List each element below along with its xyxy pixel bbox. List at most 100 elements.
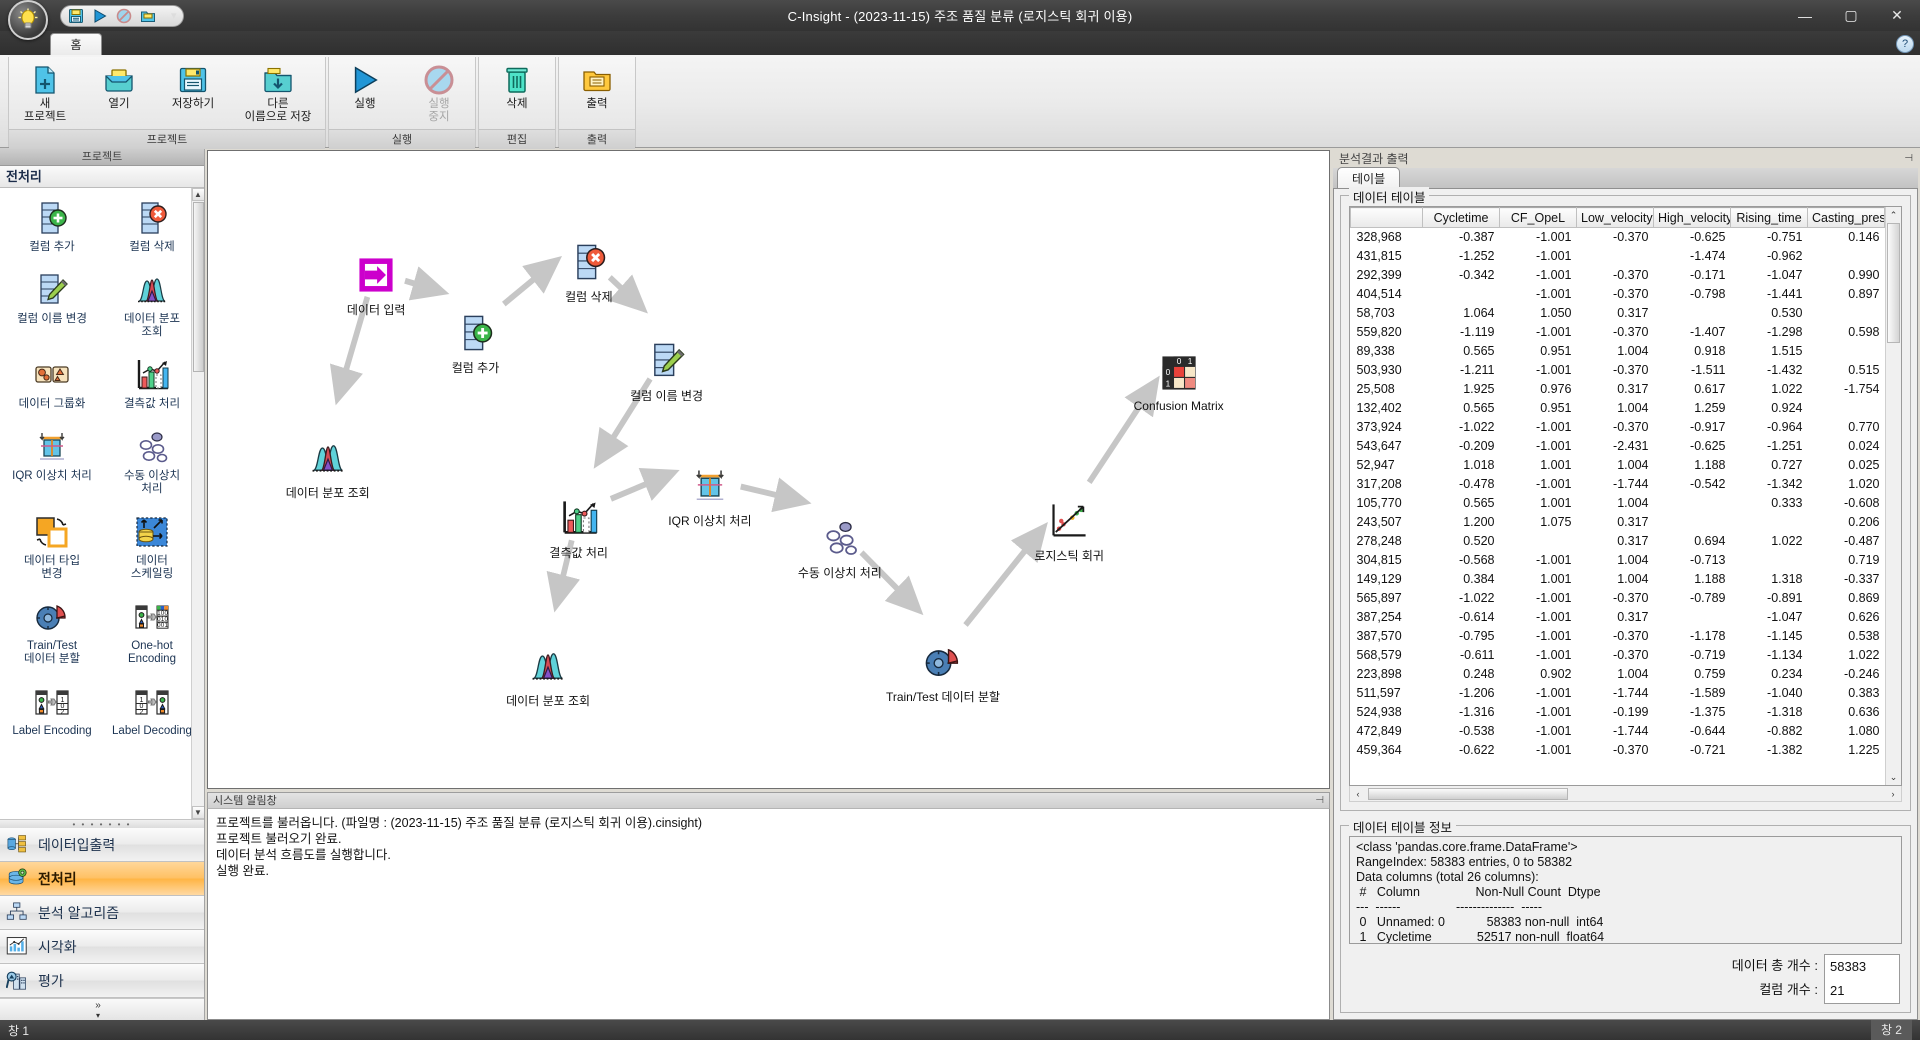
open-icon[interactable] bbox=[139, 7, 157, 25]
sidebar-expander-button[interactable]: » ▾ bbox=[0, 998, 204, 1020]
workflow-canvas[interactable]: 데이터 입력 컬럼 추가 컬럼 삭제 컬럼 이름 변경 데이터 분포 조회 결측값 처리 I… bbox=[207, 150, 1330, 789]
scroll-up-icon[interactable]: ⌃ bbox=[1886, 207, 1902, 223]
minimize-button[interactable]: — bbox=[1782, 0, 1828, 31]
table-row[interactable]: 503,930 -1.211 -1.001 -0.370 -1.511 -1.432 0.5… bbox=[1351, 361, 1885, 380]
table-row[interactable]: 565,897 -1.022 -1.001 -0.370 -0.789 -0.891 0.8… bbox=[1351, 589, 1885, 608]
scroll-thumb[interactable] bbox=[1887, 223, 1900, 343]
sidebar-splitter[interactable]: • • • • • • • bbox=[0, 819, 204, 829]
table-row[interactable]: 304,815 -0.568 -1.001 1.004 -0.713 0.719 bbox=[1351, 551, 1885, 570]
table-column-header-4[interactable]: High_velocity bbox=[1653, 207, 1731, 228]
table-row[interactable]: 223,898 0.248 0.902 1.004 0.759 0.234 -0.246 bbox=[1351, 665, 1885, 684]
table-row[interactable]: 472,849 -0.538 -1.001 -1.744 -0.644 -0.882 1.0… bbox=[1351, 722, 1885, 741]
maximize-button[interactable]: ▢ bbox=[1828, 0, 1874, 31]
hscroll-track[interactable] bbox=[1366, 787, 1885, 801]
data-table-vertical-scrollbar[interactable]: ⌃ ⌄ bbox=[1885, 207, 1901, 785]
table-row[interactable]: 373,924 -1.022 -1.001 -0.370 -0.917 -0.964 0.7… bbox=[1351, 418, 1885, 437]
sidebar-item-2[interactable]: 전처리 bbox=[0, 862, 204, 896]
workflow-node-n9[interactable]: 데이터 분포 조회 bbox=[488, 644, 608, 709]
sidebar-tool-6[interactable]: 결측값 처리 bbox=[102, 351, 202, 415]
workflow-node-n12[interactable]: 0 1 0 1 Confusion Matrix bbox=[1119, 351, 1239, 413]
table-row[interactable]: 149,129 0.384 1.001 1.004 1.188 1.318 -0.337 bbox=[1351, 570, 1885, 589]
workflow-node-n3[interactable]: 컬럼 삭제 bbox=[529, 240, 649, 305]
scroll-thumb[interactable] bbox=[192, 202, 204, 372]
pin-icon[interactable]: ⊣ bbox=[1315, 793, 1324, 809]
run-icon[interactable] bbox=[91, 7, 109, 25]
save-icon[interactable] bbox=[67, 7, 85, 25]
table-row[interactable]: 404,514 -1.001 -0.370 -0.798 -1.441 0.897 bbox=[1351, 285, 1885, 304]
scroll-right-icon[interactable]: › bbox=[1885, 789, 1901, 799]
sidebar-item-3[interactable]: 분석 알고리즘 bbox=[0, 896, 204, 930]
quick-access-toolbar[interactable]: ▾ bbox=[60, 4, 184, 27]
table-column-header-0[interactable] bbox=[1350, 207, 1423, 228]
table-row[interactable]: 328,968 -0.387 -1.001 -0.370 -0.625 -0.751 0.1… bbox=[1351, 228, 1885, 247]
workflow-node-n5[interactable]: 데이터 분포 조회 bbox=[268, 436, 388, 501]
app-logo-button[interactable] bbox=[4, 0, 52, 40]
run-button[interactable]: 실행 bbox=[328, 61, 402, 129]
sidebar-tool-3[interactable]: 컬럼 이름 변경 bbox=[2, 266, 102, 343]
data-table-horizontal-scrollbar[interactable]: ‹ › bbox=[1349, 786, 1902, 802]
table-row[interactable]: 559,820 -1.119 -1.001 -0.370 -1.407 -1.298 0.5… bbox=[1351, 323, 1885, 342]
sidebar-item-1[interactable]: 데이터입출력 bbox=[0, 828, 204, 862]
export-button[interactable]: 출력 bbox=[560, 61, 634, 129]
sidebar-tool-7[interactable]: IQR 이상치 처리 bbox=[2, 423, 102, 500]
workflow-node-n10[interactable]: Train/Test 데이터 분할 bbox=[883, 640, 1003, 705]
workflow-node-n8[interactable]: 수동 이상치 처리 bbox=[780, 516, 900, 581]
hscroll-thumb[interactable] bbox=[1368, 787, 1568, 800]
workflow-node-n11[interactable]: 로지스틱 회귀 bbox=[1009, 499, 1129, 564]
sidebar-tool-11[interactable]: Train/Test 데이터 분할 bbox=[2, 593, 102, 670]
qat-overflow-icon[interactable]: ▾ bbox=[171, 9, 177, 22]
table-row[interactable]: 431,815 -1.252 -1.001 -1.474 -0.962 bbox=[1351, 247, 1885, 266]
sidebar-item-5[interactable]: 평가 bbox=[0, 964, 204, 998]
scroll-down-icon[interactable]: ⌄ bbox=[1886, 769, 1902, 785]
save-project-button[interactable]: 저장하기 bbox=[156, 61, 230, 129]
table-row[interactable]: 511,597 -1.206 -1.001 -1.744 -1.589 -1.040 0.3… bbox=[1351, 684, 1885, 703]
sidebar-tool-2[interactable]: 컬럼 삭제 bbox=[102, 194, 202, 258]
table-column-header-5[interactable]: Rising_time bbox=[1730, 207, 1808, 228]
table-row[interactable]: 278,248 0.520 0.317 0.694 1.022 -0.487 bbox=[1351, 532, 1885, 551]
data-table-frame[interactable]: Cycletime CF_OpeL Low_velocity High_velocit… bbox=[1349, 206, 1902, 786]
pin-icon[interactable]: ⊣ bbox=[1904, 150, 1913, 168]
sidebar-item-4[interactable]: 시각화 bbox=[0, 930, 204, 964]
table-row[interactable]: 25,508 1.925 0.976 0.317 0.617 1.022 -1.754 bbox=[1351, 380, 1885, 399]
table-row[interactable]: 243,507 1.200 1.075 0.317 0.206 bbox=[1351, 513, 1885, 532]
save-as-button[interactable]: 다른 이름으로 저장 bbox=[230, 61, 326, 129]
table-row[interactable]: 317,208 -0.478 -1.001 -1.744 -0.542 -1.342 1.0… bbox=[1351, 475, 1885, 494]
stop-run-button[interactable]: 실행 중지 bbox=[402, 61, 476, 129]
tab-table[interactable]: 테이블 bbox=[1337, 167, 1401, 188]
table-row[interactable]: 387,570 -0.795 -1.001 -0.370 -1.178 -1.145 0.5… bbox=[1351, 627, 1885, 646]
delete-button[interactable]: 삭제 bbox=[480, 61, 554, 129]
stop-icon[interactable] bbox=[115, 7, 133, 25]
sidebar-tool-14[interactable]: 1 0 2 Label Decoding bbox=[102, 678, 202, 742]
tab-home[interactable]: 홈 bbox=[50, 33, 102, 55]
table-row[interactable]: 387,254 -0.614 -1.001 0.317 -1.047 0.626 bbox=[1351, 608, 1885, 627]
table-row[interactable]: 524,938 -1.316 -1.001 -0.199 -1.375 -1.318 0.6… bbox=[1351, 703, 1885, 722]
help-icon[interactable]: ? bbox=[1896, 35, 1914, 53]
workflow-node-n6[interactable]: 결측값 처리 bbox=[519, 496, 639, 561]
sidebar-tool-1[interactable]: 컬럼 추가 bbox=[2, 194, 102, 258]
workflow-node-n4[interactable]: 컬럼 이름 변경 bbox=[607, 339, 727, 404]
scroll-up-icon[interactable]: ▲ bbox=[191, 188, 204, 201]
workflow-node-n7[interactable]: IQR 이상치 처리 bbox=[650, 464, 770, 529]
sidebar-tool-13[interactable]: 1 0 2 Label Encoding bbox=[2, 678, 102, 742]
sidebar-tool-8[interactable]: 수동 이상치 처리 bbox=[102, 423, 202, 500]
table-row[interactable]: 543,647 -0.209 -1.001 -2.431 -0.625 -1.251 0.0… bbox=[1351, 437, 1885, 456]
new-project-button[interactable]: 새 프로젝트 bbox=[8, 61, 82, 129]
open-project-button[interactable]: 열기 bbox=[82, 61, 156, 129]
sidebar-scrollbar[interactable]: ▲ ▼ bbox=[191, 188, 204, 819]
sidebar-tool-4[interactable]: 데이터 분포 조회 bbox=[102, 266, 202, 343]
scroll-down-icon[interactable]: ▼ bbox=[191, 806, 204, 819]
table-column-header-2[interactable]: CF_OpeL bbox=[1499, 207, 1577, 228]
workflow-node-n2[interactable]: 컬럼 추가 bbox=[416, 311, 536, 376]
table-column-header-3[interactable]: Low_velocity bbox=[1576, 207, 1654, 228]
table-row[interactable]: 58,703 1.064 1.050 0.317 0.530 bbox=[1351, 304, 1885, 323]
table-row[interactable]: 568,579 -0.611 -1.001 -0.370 -0.719 -1.134 1.0… bbox=[1351, 646, 1885, 665]
close-button[interactable]: ✕ bbox=[1874, 0, 1920, 31]
table-column-header-6[interactable]: Casting_pressu bbox=[1807, 207, 1885, 228]
sidebar-tool-5[interactable]: 데이터 그룹화 bbox=[2, 351, 102, 415]
table-row[interactable]: 292,399 -0.342 -1.001 -0.370 -0.171 -1.047 0.9… bbox=[1351, 266, 1885, 285]
table-row[interactable]: 89,338 0.565 0.951 1.004 0.918 1.515 bbox=[1351, 342, 1885, 361]
workflow-node-n1[interactable]: 데이터 입력 bbox=[316, 253, 436, 318]
scroll-left-icon[interactable]: ‹ bbox=[1350, 789, 1366, 799]
sidebar-tool-12[interactable]: 1 0 0 0 1 0 0 0 1 One-hot Encoding bbox=[102, 593, 202, 670]
table-row[interactable]: 459,364 -0.622 -1.001 -0.370 -0.721 -1.382 1.2… bbox=[1351, 741, 1885, 760]
